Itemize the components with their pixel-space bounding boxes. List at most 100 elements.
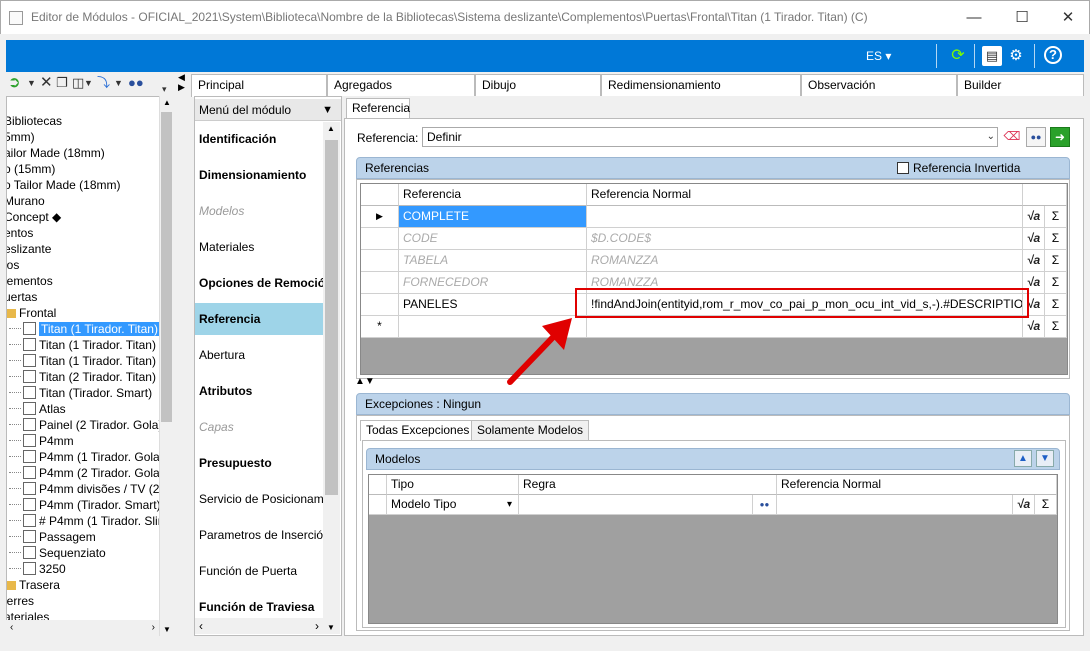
sigma-icon[interactable]: Σ <box>1035 495 1057 515</box>
column-header-regra[interactable]: Regra <box>519 475 777 495</box>
copy-icon[interactable]: ❐ <box>56 74 68 92</box>
scroll-left-icon[interactable]: ‹ <box>10 622 13 633</box>
tipo-select[interactable]: Modelo Tipo ▾ <box>387 495 519 515</box>
tab-builder[interactable]: Builder <box>957 74 1084 96</box>
function-icon[interactable]: √a <box>1013 495 1035 515</box>
tree-item[interactable]: lementos <box>7 273 53 289</box>
menu-scroll-thumb[interactable] <box>325 140 338 495</box>
inverted-reference-checkbox[interactable]: Referencia Invertida <box>897 158 1020 178</box>
tree-scroll-thumb[interactable] <box>161 112 172 422</box>
tree-item[interactable]: Titan (1 Tirador. Titan) <box>9 337 156 353</box>
normal-reference-cell[interactable] <box>587 316 1023 338</box>
tab-observacion[interactable]: Observación <box>801 74 957 96</box>
row-header[interactable] <box>369 495 387 515</box>
scroll-down-icon[interactable]: ▼ <box>163 625 171 634</box>
tree-item[interactable]: Painel (2 Tirador. Gola) <box>9 417 162 433</box>
panel-icon[interactable]: ▤ <box>982 46 1002 66</box>
tree-item[interactable]: Titan (1 Tirador. Titan) ( <box>9 321 168 337</box>
reference-cell[interactable]: FORNECEDOR <box>399 272 587 294</box>
move-down-icon[interactable]: ▼ <box>1036 450 1054 467</box>
function-icon[interactable]: √a <box>1023 228 1045 250</box>
tree-item[interactable]: o Tailor Made (18mm) <box>7 177 120 193</box>
tree-item[interactable]: Atlas <box>9 401 66 417</box>
menu-item[interactable]: Servicio de Posicionamie <box>195 483 323 515</box>
normal-reference-cell[interactable] <box>777 495 1013 515</box>
maximize-icon[interactable]: ☐ <box>999 5 1045 31</box>
tree-item[interactable]: P4mm <box>9 433 74 449</box>
tree-item[interactable]: Murano <box>7 193 45 209</box>
row-header[interactable]: ▶ <box>361 206 399 228</box>
tree-item[interactable]: P4mm (1 Tirador. Gola) <box>9 449 164 465</box>
minimize-icon[interactable]: — <box>951 5 997 31</box>
sigma-icon[interactable]: Σ <box>1045 294 1067 316</box>
language-selector[interactable]: ES ▾ <box>866 49 891 63</box>
binoculars-icon[interactable]: ●● <box>1026 127 1046 147</box>
scroll-up-icon[interactable]: ▲ <box>327 124 335 133</box>
tree-item[interactable]: Frontal <box>7 305 56 321</box>
menu-item[interactable]: Parametros de Inserción <box>195 519 323 551</box>
normal-reference-cell[interactable]: $D.CODE$ <box>587 228 1023 250</box>
tree-item[interactable]: Titan (1 Tirador. Titan) ( <box>9 353 163 369</box>
back-icon[interactable]: ➲ <box>8 74 21 92</box>
eraser-icon[interactable]: ⌫ <box>1002 127 1022 147</box>
row-header[interactable] <box>361 228 399 250</box>
move-down-icon[interactable]: ⤵ <box>97 74 110 92</box>
reference-select[interactable]: Definir ⌄ <box>422 127 998 147</box>
scroll-right-icon[interactable]: › <box>152 622 155 633</box>
tab-agregados[interactable]: Agregados <box>327 74 475 96</box>
binoculars-icon[interactable]: ●● <box>753 495 777 515</box>
tab-todas-excepciones[interactable]: Todas Excepciones <box>360 420 476 441</box>
tree-item[interactable]: Titan (2 Tirador. Titan) <box>9 369 156 385</box>
menu-item[interactable]: Modelos <box>195 195 323 227</box>
tree-item[interactable]: P4mm (2 Tirador. Gola) <box>9 465 164 481</box>
tree-item[interactable]: # P4mm (1 Tirador. Slim <box>9 513 168 529</box>
tree-item[interactable]: uertas <box>7 289 37 305</box>
menu-item[interactable]: Dimensionamiento <box>195 159 323 191</box>
tree-item[interactable]: Titan (Tirador. Smart) <box>9 385 152 401</box>
tree-item[interactable]: o (15mm) <box>7 161 55 177</box>
binoculars-icon[interactable]: ●● <box>128 74 144 92</box>
models-grid[interactable]: Tipo Regra Referencia Normal Modelo Tipo ▾ ●●… <box>368 474 1058 624</box>
reference-cell[interactable]: COMPLETE <box>399 206 587 228</box>
chevron-down-icon[interactable]: ▼ <box>84 74 93 92</box>
tree-item[interactable]: 5mm) <box>7 129 35 145</box>
column-header-normal-reference[interactable]: Referencia Normal <box>777 475 1057 495</box>
close-icon[interactable]: ✕ <box>1045 5 1090 31</box>
scroll-up-icon[interactable]: ▲ <box>163 98 171 107</box>
menu-item[interactable]: Abertura <box>195 339 323 371</box>
tab-solamente-modelos[interactable]: Solamente Modelos <box>471 420 590 440</box>
menu-item[interactable]: Referencia <box>195 303 323 335</box>
tab-referencia[interactable]: Referencia <box>346 98 410 118</box>
column-header-normal-reference[interactable]: Referencia Normal <box>587 184 1023 206</box>
row-header[interactable]: * <box>361 316 399 338</box>
normal-reference-cell[interactable]: ROMANZZA <box>587 250 1023 272</box>
move-up-icon[interactable]: ▲ <box>1014 450 1032 467</box>
reference-cell[interactable]: CODE <box>399 228 587 250</box>
menu-item[interactable]: Capas <box>195 411 323 443</box>
paste-icon[interactable]: ◫ <box>72 74 84 92</box>
tree-item[interactable]: P4mm (Tirador. Smart) <box>9 497 161 513</box>
row-header[interactable] <box>361 294 399 316</box>
sigma-icon[interactable]: Σ <box>1045 272 1067 294</box>
tree-item[interactable]: Concept ◆ <box>7 209 61 225</box>
help-icon[interactable]: ? <box>1044 46 1062 64</box>
tree-item[interactable]: los <box>7 257 19 273</box>
tab-principal[interactable]: Principal <box>191 74 327 97</box>
function-icon[interactable]: √a <box>1023 250 1045 272</box>
menu-item[interactable]: Materiales <box>195 231 323 263</box>
menu-item[interactable]: Función de Traviesa <box>195 591 323 623</box>
chevron-down-icon[interactable]: ▼ <box>27 74 36 92</box>
refresh-icon[interactable]: ⟳ <box>948 46 968 66</box>
menu-item[interactable]: Identificación <box>195 123 323 155</box>
chevron-down-icon[interactable]: ▼ <box>114 74 123 92</box>
references-grid[interactable]: Referencia Referencia Normal ▶ COMPLETE √a Σ C… <box>360 183 1068 375</box>
tree-item[interactable]: Bibliotecas <box>7 113 62 129</box>
tree-item[interactable]: eslizante <box>7 241 51 257</box>
menu-item[interactable]: Función de Puerta <box>195 555 323 587</box>
tree-item[interactable]: Trasera <box>7 577 60 593</box>
sigma-icon[interactable]: Σ <box>1045 206 1067 228</box>
column-header-tipo[interactable]: Tipo <box>387 475 519 495</box>
row-header[interactable] <box>361 272 399 294</box>
checkbox-icon[interactable] <box>897 162 909 174</box>
splitter-right-arrow-icon[interactable]: ▶ <box>178 82 185 93</box>
